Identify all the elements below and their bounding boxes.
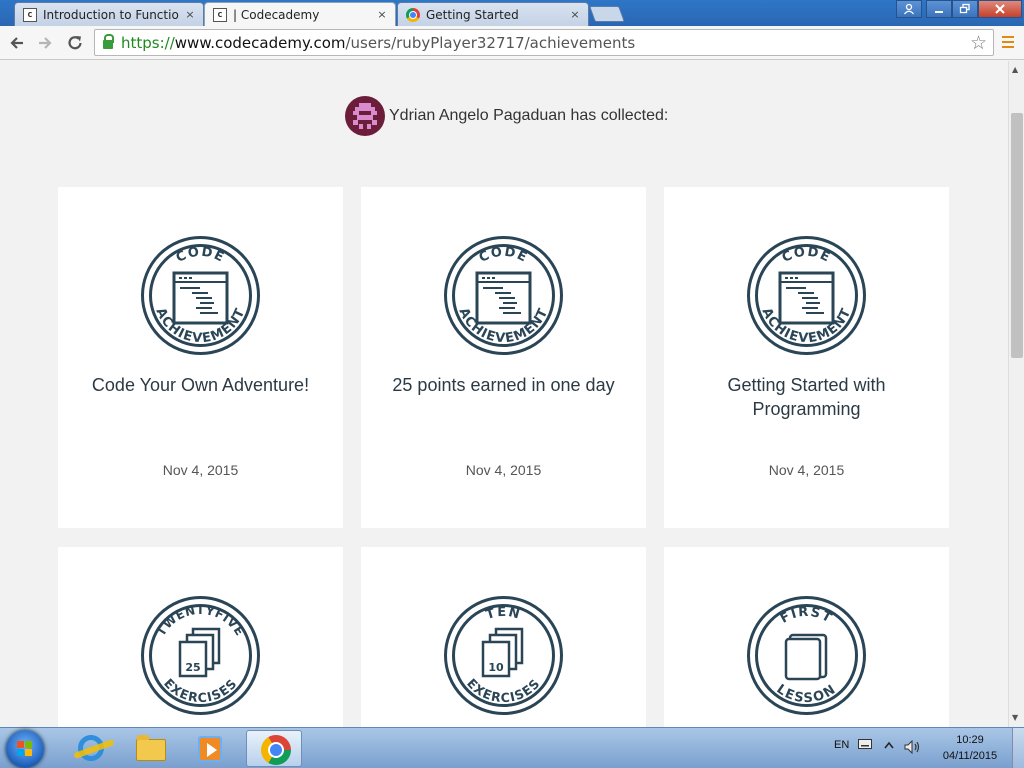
achievement-date: Nov 4, 2015 [162, 462, 239, 478]
minimize-icon [935, 11, 943, 13]
arrow-right-icon [39, 37, 52, 49]
show-hidden-icons-icon[interactable] [884, 740, 894, 768]
language-indicator[interactable]: EN [834, 739, 849, 768]
badge-number: 25 [185, 661, 200, 674]
reload-icon [68, 36, 82, 50]
achievement-title: 25 points earned in one day [392, 375, 615, 395]
media-player-icon [198, 736, 222, 762]
keyboard-icon[interactable] [858, 739, 872, 768]
ten-exercises-badge-icon: TEN EXERCISES 10 [444, 596, 563, 715]
achievement-card[interactable]: TWENTYFIVE EXERCISES 25 [58, 547, 343, 727]
tab-title: Introduction to Functions [43, 7, 179, 22]
achievement-card[interactable]: CODE ACHIEVEMENT Code Your Own Adventure… [58, 187, 343, 528]
svg-text:EXERCISES: EXERCISES [464, 675, 543, 705]
profile-button[interactable] [896, 0, 922, 18]
tab-introduction-to-functions[interactable]: c Introduction to Functions × [14, 2, 204, 26]
minimize-button[interactable] [926, 0, 952, 18]
taskbar: EN 10:29 04/11/2015 [0, 727, 1024, 768]
show-desktop-button[interactable] [1012, 728, 1024, 768]
windows-logo-icon [17, 741, 33, 757]
bookmark-star-icon[interactable]: ☆ [970, 32, 987, 54]
scroll-up-icon[interactable]: ▲ [1012, 65, 1018, 74]
tab-strip: c Introduction to Functions × c | Codeca… [0, 0, 1024, 26]
menu-icon[interactable] [1002, 36, 1014, 51]
arrow-left-icon [10, 37, 23, 49]
system-clock[interactable]: 10:29 04/11/2015 [930, 732, 1010, 764]
url-host: www.codecademy.com [174, 33, 346, 52]
reload-button[interactable] [64, 32, 86, 54]
achievement-card[interactable]: CODE ACHIEVEMENT 25 points earned in one… [361, 187, 646, 528]
user-header: Ydrian Angelo Pagaduan has collected: [345, 96, 668, 136]
new-tab-button[interactable] [589, 6, 625, 22]
achievement-title: Getting Started with Programming [727, 375, 886, 419]
close-window-button[interactable] [978, 0, 1022, 18]
svg-text:LESSON: LESSON [774, 682, 840, 706]
collected-label: has collected: [566, 107, 669, 124]
address-bar[interactable]: https://www.codecademy.com/users/rubyPla… [94, 29, 994, 56]
close-icon[interactable]: × [568, 8, 582, 21]
keyboard-icon-glyph [858, 739, 872, 749]
url-path: /users/rubyPlayer32717/achievements [345, 33, 636, 52]
restore-button[interactable] [952, 0, 978, 18]
page-content: Ydrian Angelo Pagaduan has collected: CO… [0, 61, 1008, 727]
scroll-down-icon[interactable]: ▼ [1012, 713, 1018, 722]
speaker-icon [904, 739, 920, 755]
start-button[interactable] [6, 730, 44, 768]
volume-icon[interactable] [904, 739, 922, 768]
badge-bottom-text: LESSON [774, 682, 838, 706]
file-explorer-taskbar-button[interactable] [122, 730, 178, 767]
forward-button[interactable] [34, 32, 56, 54]
chrome-icon [261, 735, 291, 765]
svg-text:EXERCISES: EXERCISES [161, 675, 240, 705]
close-icon [995, 4, 1005, 14]
svg-text:TEN: TEN [484, 605, 522, 623]
achievement-card[interactable]: CODE ACHIEVEMENT Getting Started with Pr… [664, 187, 949, 528]
lock-icon [103, 34, 114, 49]
badge-top-text: TEN [484, 605, 521, 623]
code-achievement-badge-icon: CODE ACHIEVEMENT [141, 236, 260, 355]
collected-heading: Ydrian Angelo Pagaduan has collected: [389, 107, 668, 125]
vertical-scrollbar[interactable]: ▲ ▼ [1008, 61, 1024, 727]
chrome-taskbar-button[interactable] [246, 730, 302, 767]
close-icon[interactable]: × [375, 8, 389, 21]
clock-date: 04/11/2015 [942, 750, 998, 762]
internet-explorer-icon [78, 735, 104, 761]
user-icon [903, 3, 915, 15]
badge-bottom-text: EXERCISES [464, 675, 542, 705]
achievement-card[interactable]: TEN EXERCISES 10 [361, 547, 646, 727]
url-scheme: https:// [121, 33, 175, 52]
badge-number: 10 [488, 661, 504, 674]
first-lesson-badge-icon: FIRST LESSON [747, 596, 866, 715]
internet-explorer-taskbar-button[interactable] [62, 730, 118, 767]
browser-toolbar: https://www.codecademy.com/users/rubyPla… [0, 26, 1024, 60]
achievement-date: Nov 4, 2015 [465, 462, 542, 478]
chrome-icon [406, 7, 420, 22]
avatar[interactable] [345, 96, 385, 136]
tab-getting-started[interactable]: Getting Started × [397, 2, 589, 26]
code-achievement-badge-icon: CODE ACHIEVEMENT [747, 236, 866, 355]
achievement-date: Nov 4, 2015 [768, 462, 845, 478]
url-text[interactable]: https://www.codecademy.com/users/rubyPla… [121, 34, 635, 52]
clock-time: 10:29 [956, 734, 984, 746]
back-button[interactable] [6, 32, 28, 54]
code-achievement-badge-icon: CODE ACHIEVEMENT [444, 236, 563, 355]
codecademy-icon: c [23, 7, 37, 22]
scrollbar-thumb[interactable] [1011, 113, 1023, 358]
tab-title: | Codecademy [233, 7, 320, 22]
tab-codecademy[interactable]: c | Codecademy × [204, 2, 396, 26]
media-player-taskbar-button[interactable] [182, 730, 238, 767]
twentyfive-exercises-badge-icon: TWENTYFIVE EXERCISES 25 [141, 596, 260, 715]
user-name: Ydrian Angelo Pagaduan [389, 107, 567, 124]
achievement-title: Code Your Own Adventure! [91, 375, 310, 395]
close-icon[interactable]: × [183, 8, 197, 21]
achievement-card[interactable]: FIRST LESSON [664, 547, 949, 727]
restore-icon [959, 3, 970, 14]
tab-title: Getting Started [426, 7, 519, 22]
folder-icon [136, 735, 166, 761]
chevron-up-icon [884, 741, 894, 749]
codecademy-icon: c [213, 7, 227, 22]
badge-bottom-text: EXERCISES [161, 675, 239, 705]
